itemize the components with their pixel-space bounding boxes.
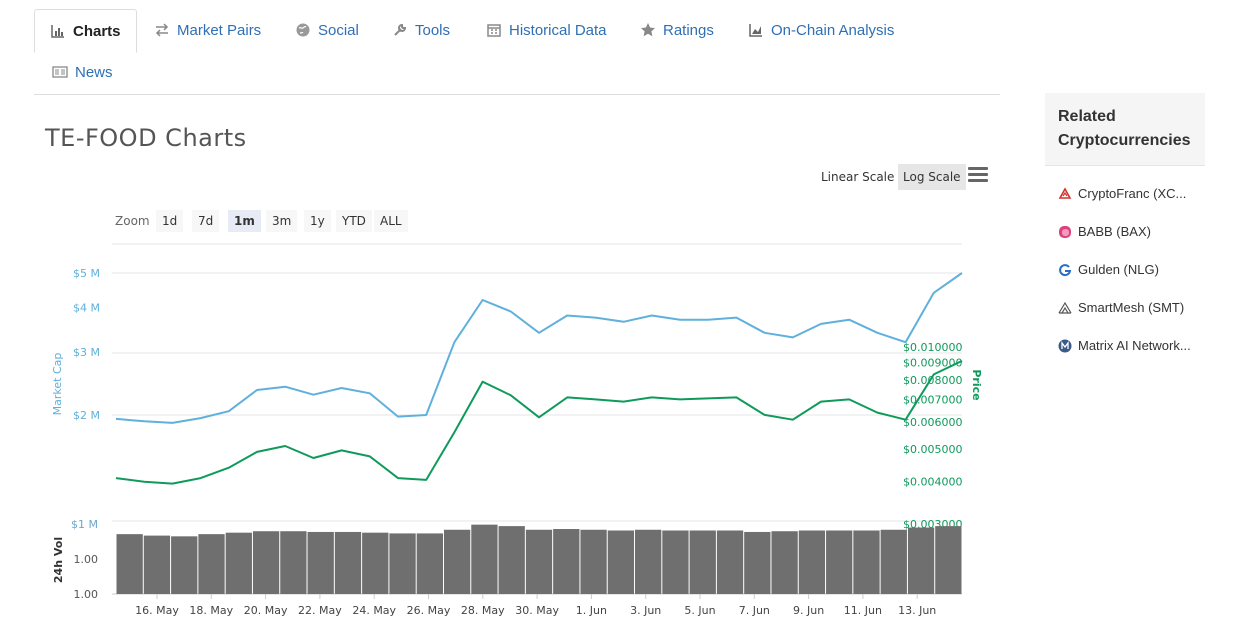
price-tick-label: $0.010000	[903, 341, 963, 354]
volume-bar	[635, 529, 662, 594]
market-cap-tick-label: $2 M	[73, 409, 100, 422]
x-tick-label: 11. Jun	[844, 604, 882, 617]
price-line	[115, 359, 963, 485]
related-item-label: SmartMesh (SMT)	[1078, 300, 1185, 315]
related-item-babb[interactable]: BABB (BAX)	[1058, 224, 1203, 239]
related-item-cryptofranc[interactable]: CryptoFranc (XC...	[1058, 186, 1203, 201]
market-cap-tick-label: $5 M	[73, 267, 100, 280]
related-title: Related Cryptocurrencies	[1045, 93, 1205, 166]
price-tick-label: $0.006000	[903, 416, 963, 429]
price-chart[interactable]: $5 M $4 M $3 M $2 M Market Cap $0.010000 $0.00…	[0, 0, 1010, 629]
volume-bar	[798, 530, 826, 594]
volume-bar	[334, 531, 362, 594]
price-tick-label: $0.004000	[903, 476, 963, 489]
related-item-label: BABB (BAX)	[1078, 224, 1151, 239]
x-tick-label: 3. Jun	[630, 604, 661, 617]
volume-bar	[607, 530, 635, 594]
volume-tick-label: 1.00	[74, 588, 99, 601]
volume-bar	[171, 536, 198, 594]
related-item-gulden[interactable]: Gulden (NLG)	[1058, 262, 1203, 277]
volume-bar	[116, 534, 143, 594]
volume-bar	[443, 529, 471, 594]
volume-bar	[307, 531, 334, 594]
volume-bar	[416, 533, 443, 594]
related-cryptocurrencies-panel: Related Cryptocurrencies	[1045, 93, 1205, 166]
x-tick-label: 16. May	[135, 604, 179, 617]
volume-axis-title: 24h Vol	[52, 537, 65, 583]
x-tick-label: 28. May	[461, 604, 505, 617]
volume-bar	[662, 530, 689, 594]
x-tick-label: 9. Jun	[793, 604, 824, 617]
volume-bar	[471, 524, 498, 594]
volume-bar	[498, 526, 525, 594]
volume-bar	[143, 535, 171, 594]
volume-bar	[744, 531, 771, 594]
x-tick-label: 24. May	[352, 604, 396, 617]
volume-bar	[362, 532, 389, 594]
volume-bar	[907, 527, 935, 594]
price-tick-label: $0.009000	[903, 356, 963, 369]
volume-bar	[280, 531, 307, 594]
volume-tick-label: $1 M	[71, 518, 98, 531]
smartmesh-icon	[1058, 301, 1072, 315]
gulden-icon	[1058, 263, 1072, 277]
x-tick-label: 13. Jun	[898, 604, 936, 617]
volume-bar	[252, 531, 280, 594]
volume-bar	[935, 526, 962, 594]
price-tick-label: $0.005000	[903, 443, 963, 456]
related-item-label: CryptoFranc (XC...	[1078, 186, 1187, 201]
volume-bar	[853, 530, 880, 594]
related-item-label: Matrix AI Network...	[1078, 338, 1191, 353]
market-cap-tick-label: $3 M	[73, 346, 100, 359]
related-item-smartmesh[interactable]: SmartMesh (SMT)	[1058, 300, 1203, 315]
related-item-matrix-ai[interactable]: Matrix AI Network...	[1058, 338, 1203, 353]
volume-bar	[389, 533, 416, 594]
volume-bar	[716, 530, 744, 594]
volume-bar	[225, 532, 252, 594]
price-axis-title: Price	[970, 369, 983, 400]
x-tick-label: 30. May	[515, 604, 559, 617]
cryptofranc-icon	[1058, 186, 1072, 201]
volume-tick-label: 1.00	[74, 553, 99, 566]
volume-bar	[198, 534, 225, 594]
babb-icon	[1058, 225, 1072, 239]
volume-bar	[826, 530, 853, 594]
market-cap-tick-label: $4 M	[73, 302, 100, 315]
x-tick-label: 20. May	[244, 604, 288, 617]
x-tick-label: 5. Jun	[684, 604, 715, 617]
x-tick-label: 7. Jun	[739, 604, 770, 617]
price-tick-label: $0.007000	[903, 393, 963, 406]
volume-bar	[580, 529, 607, 594]
volume-bar	[771, 531, 798, 594]
market-cap-axis-title: Market Cap	[51, 353, 64, 416]
volume-bar	[553, 529, 580, 594]
volume-bar	[689, 530, 716, 594]
x-tick-label: 22. May	[298, 604, 342, 617]
matrix-ai-icon	[1058, 339, 1072, 353]
x-tick-label: 26. May	[407, 604, 451, 617]
volume-bar	[880, 529, 907, 594]
x-tick-label: 1. Jun	[576, 604, 607, 617]
related-item-label: Gulden (NLG)	[1078, 262, 1159, 277]
volume-bar	[525, 529, 553, 594]
x-tick-label: 18. May	[189, 604, 233, 617]
